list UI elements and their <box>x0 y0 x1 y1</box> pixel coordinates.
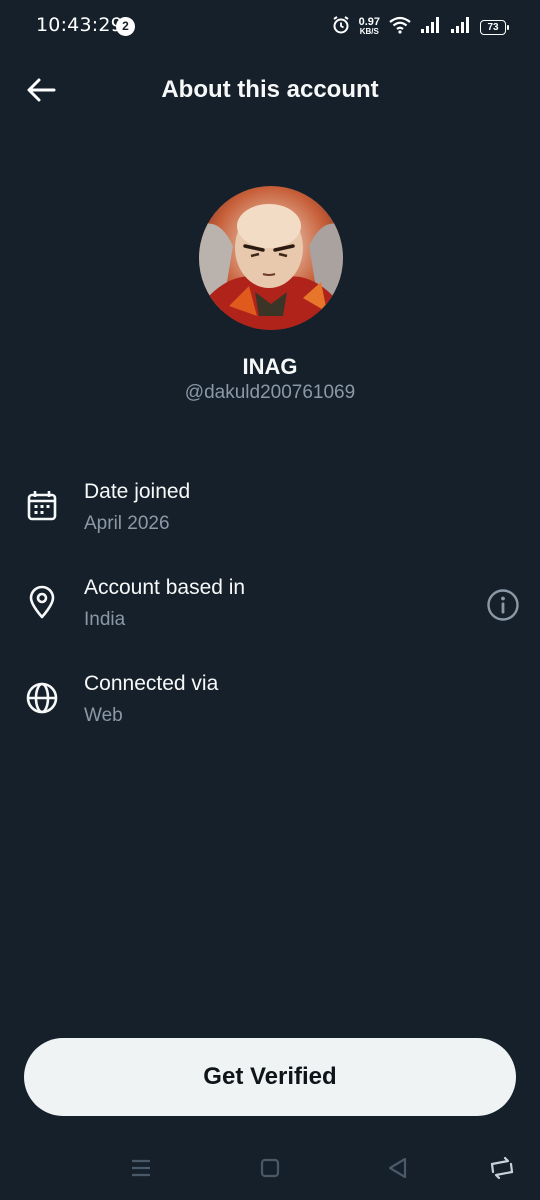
home-button[interactable] <box>254 1152 286 1184</box>
network-speed-value: 0.97 <box>358 16 380 28</box>
get-verified-button[interactable]: Get Verified <box>24 1038 516 1116</box>
location-pin-icon <box>24 584 60 620</box>
network-speed: 0.97 KB/S <box>358 16 380 37</box>
rotate-screen-button[interactable] <box>486 1152 518 1184</box>
page-title: About this account <box>161 76 379 103</box>
info-row-connected-via: Connected via Web <box>0 672 540 752</box>
battery-indicator: 73 <box>480 19 509 35</box>
info-row-date-joined: Date joined April 2026 <box>0 480 540 560</box>
menu-lines-icon <box>132 1159 150 1177</box>
signal-icon-sim2 <box>450 16 472 39</box>
wifi-icon <box>388 15 412 40</box>
rotate-icon <box>490 1156 514 1180</box>
info-row-account-based: Account based in India <box>0 576 540 656</box>
date-joined-label: Date joined <box>84 480 191 503</box>
date-joined-value: April 2026 <box>84 513 170 534</box>
network-speed-unit: KB/S <box>359 27 379 36</box>
avatar[interactable] <box>199 186 343 330</box>
status-time: 10:43:29 <box>36 14 123 36</box>
user-handle: @dakuld200761069 <box>184 382 356 403</box>
display-name: INAG <box>242 354 298 379</box>
signal-icon-sim1 <box>420 16 442 39</box>
account-based-value: India <box>84 609 126 630</box>
notification-count-badge: 2 <box>116 17 135 36</box>
info-button[interactable] <box>486 588 520 622</box>
triangle-back-icon <box>388 1157 407 1179</box>
app-header: About this account <box>0 60 540 120</box>
globe-icon <box>24 680 60 716</box>
recent-apps-button[interactable] <box>125 1152 157 1184</box>
system-navigation-bar <box>0 1140 540 1194</box>
account-based-label: Account based in <box>84 576 246 599</box>
status-bar: 10:43:29 2 0.97 KB/S 73 <box>0 0 540 52</box>
status-indicators: 0.97 KB/S 73 <box>331 12 509 42</box>
calendar-icon <box>24 488 60 524</box>
square-icon <box>260 1158 280 1178</box>
info-circle-icon <box>487 589 519 621</box>
alarm-icon <box>331 15 351 40</box>
connected-via-value: Web <box>84 705 123 726</box>
connected-via-label: Connected via <box>84 672 219 695</box>
system-back-button[interactable] <box>382 1152 414 1184</box>
